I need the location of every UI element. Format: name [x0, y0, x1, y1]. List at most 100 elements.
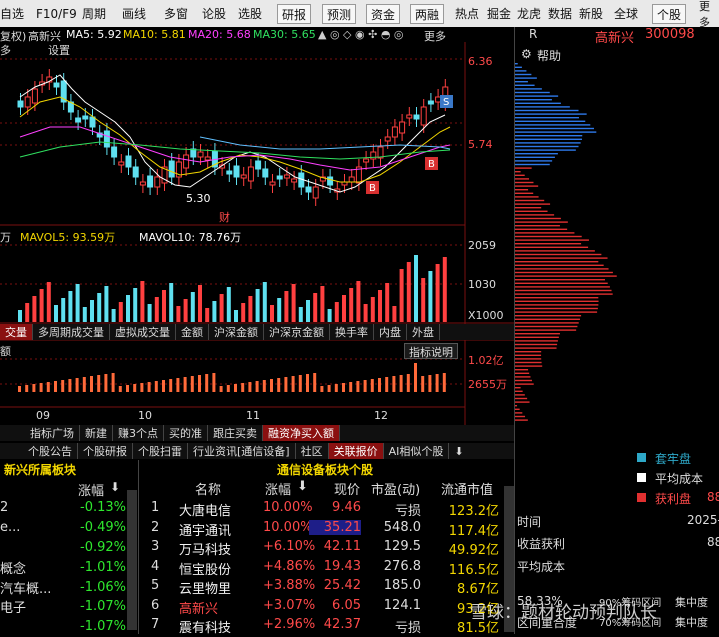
amount-bar [126, 385, 129, 392]
tool-settings[interactable]: 设置 [48, 42, 70, 58]
table-row[interactable]: 汽车概... -1.06% [0, 577, 126, 597]
volume-bar [349, 288, 354, 322]
candle [348, 176, 355, 183]
stock-name[interactable]: 恒宝股份 [179, 559, 231, 578]
tab-follow-dealer[interactable]: 跟庄买卖 [208, 425, 263, 441]
tab-indicator-square[interactable]: 指标广场 [0, 425, 80, 441]
chip-histogram [515, 63, 617, 421]
toolbar-data[interactable]: 数据 [548, 0, 572, 27]
candle [240, 174, 247, 179]
chip-bar [515, 117, 579, 119]
tab-hsj-amount[interactable]: 沪深京金额 [264, 324, 330, 340]
tab-turnover[interactable]: 换手率 [330, 324, 374, 340]
related-sectors-header-change[interactable]: 涨幅 [78, 480, 104, 499]
table-row[interactable]: 5 云里物里 +3.88% 25.42 185.0 8.67亿 [139, 578, 514, 597]
header-price[interactable]: 现价 [334, 479, 360, 498]
tab-new[interactable]: 新建 [80, 425, 113, 441]
tab-multi-period-volume[interactable]: 多周期成交量 [33, 324, 110, 340]
table-row[interactable]: 2 通宇通讯 10.00% 35.21 548.0 117.4亿 [139, 519, 514, 539]
toolbar-draw[interactable]: 画线 [122, 0, 146, 27]
tool-multi[interactable]: 多 [0, 42, 11, 58]
tab-volume[interactable]: 交量 [0, 324, 33, 340]
stock-name[interactable]: 万马科技 [179, 539, 231, 558]
tab-margin-net-buy[interactable]: 融资净买入额 [263, 425, 340, 441]
help-button[interactable]: 帮助 [537, 47, 561, 64]
table-row[interactable]: 电子 -1.07% [0, 597, 126, 617]
toolbar-stock[interactable]: 个股 [652, 4, 687, 24]
amount-bar [356, 381, 360, 392]
toolbar-funds[interactable]: 资金 [366, 4, 401, 24]
toolbar-watchlist[interactable]: 自选 [0, 0, 24, 27]
tab-community[interactable]: 社区 [295, 443, 329, 459]
tab-earn-3[interactable]: 赚3个点 [113, 425, 164, 441]
tab-industry-news[interactable]: 行业资讯[通信设备] [188, 443, 296, 459]
table-row[interactable]: 6 高新兴 +3.07% 6.05 124.1 93.2亿 [139, 598, 514, 617]
expand-down-icon[interactable]: ⬇ [449, 443, 469, 459]
toolbar-forum[interactable]: 论股 [202, 0, 226, 27]
tab-ai-similar[interactable]: AI相似个股 [383, 443, 450, 459]
candle [147, 175, 154, 188]
stock-name[interactable]: 震有科技 [179, 617, 231, 636]
tab-amount[interactable]: 金额 [176, 324, 209, 340]
candle [183, 154, 190, 169]
volume-bar [226, 287, 231, 322]
table-row[interactable]: 7 震有科技 +2.96% 42.37 亏损 81.5亿 [139, 617, 514, 636]
stock-pe: 亏损 [394, 621, 421, 636]
amount-bar [162, 380, 165, 392]
header-name[interactable]: 名称 [195, 479, 221, 498]
volume-bar [90, 300, 94, 322]
toolbar-dragon[interactable]: 龙虎 [517, 0, 541, 27]
toolbar-more[interactable]: 更多 [699, 0, 719, 29]
table-row[interactable]: 2 -0.13% [0, 498, 126, 518]
help-icon[interactable]: ⚙ [521, 47, 532, 61]
stock-name[interactable]: 大唐电信 [179, 500, 231, 519]
tab-virtual-volume[interactable]: 虚拟成交量 [110, 324, 176, 340]
toolbar-research[interactable]: 研报 [277, 4, 312, 24]
tab-buy-accurate[interactable]: 买的准 [164, 425, 208, 441]
toolbar-f10[interactable]: F10/F9 [36, 0, 77, 27]
toolbar-ipo[interactable]: 新股 [579, 0, 603, 27]
table-row[interactable]: 3 万马科技 +6.10% 42.11 129.5 49.92亿 [139, 539, 514, 558]
avg-cost-label: 平均成本 [517, 560, 566, 574]
tab-related-quotes[interactable]: 关联报价 [328, 443, 384, 459]
row-number: 4 [151, 558, 160, 574]
tab-risk-scan[interactable]: 个股扫雷 [133, 443, 188, 459]
chip-bar [515, 318, 580, 320]
toolbar-period[interactable]: 周期 [82, 0, 106, 27]
stock-name[interactable]: 通宇通讯 [179, 520, 231, 539]
toolbar-dig[interactable]: 掘金 [487, 0, 511, 27]
toolbar-margin[interactable]: 两融 [410, 4, 445, 24]
header-pe[interactable]: 市盈(动) [371, 479, 420, 498]
toolbar-forecast[interactable]: 预测 [322, 4, 357, 24]
tab-hs-amount[interactable]: 沪深金额 [209, 324, 264, 340]
table-row[interactable]: 1 大唐电信 10.00% 9.46 亏损 123.2亿 [139, 500, 514, 519]
stock-name[interactable]: 高新兴 [179, 598, 218, 617]
chip-bar [515, 379, 533, 382]
header-change[interactable]: 涨幅 [265, 479, 291, 498]
table-row[interactable]: 概念 -1.01% [0, 557, 126, 577]
chip-bar [515, 289, 612, 292]
volume-bar [54, 305, 58, 322]
table-row[interactable]: e... -0.49% [0, 518, 126, 538]
tool-icons[interactable]: ▲ ◎ ◇ ◉ ✣ ◓ ◎ [318, 28, 404, 41]
volume-bar [169, 283, 174, 322]
toolbar-screener[interactable]: 选股 [238, 0, 262, 27]
table-row[interactable]: 4 恒宝股份 +4.86% 19.43 276.8 116.5亿 [139, 559, 514, 578]
chip-bar [515, 300, 599, 302]
tab-outer[interactable]: 外盘 [407, 324, 440, 340]
volume-axis-top: 2059 [468, 239, 496, 252]
toolbar-multiwindow[interactable]: 多窗 [164, 0, 188, 27]
header-cap[interactable]: 流通市值 [441, 479, 493, 498]
chip-bar [515, 365, 543, 367]
sort-down-icon: ⬇ [110, 480, 121, 494]
stock-name[interactable]: 云里物里 [179, 578, 231, 597]
left-list-scrollbar[interactable] [127, 490, 137, 630]
tab-inner[interactable]: 内盘 [374, 324, 407, 340]
tab-research[interactable]: 个股研报 [78, 443, 133, 459]
chip-bar [515, 325, 578, 328]
tab-announcements[interactable]: 个股公告 [0, 443, 78, 459]
indicator-explain-button[interactable]: 指标说明 [404, 343, 458, 359]
table-row[interactable]: -0.92% [0, 538, 126, 558]
toolbar-global[interactable]: 全球 [614, 0, 638, 27]
toolbar-hot[interactable]: 热点 [455, 0, 479, 27]
